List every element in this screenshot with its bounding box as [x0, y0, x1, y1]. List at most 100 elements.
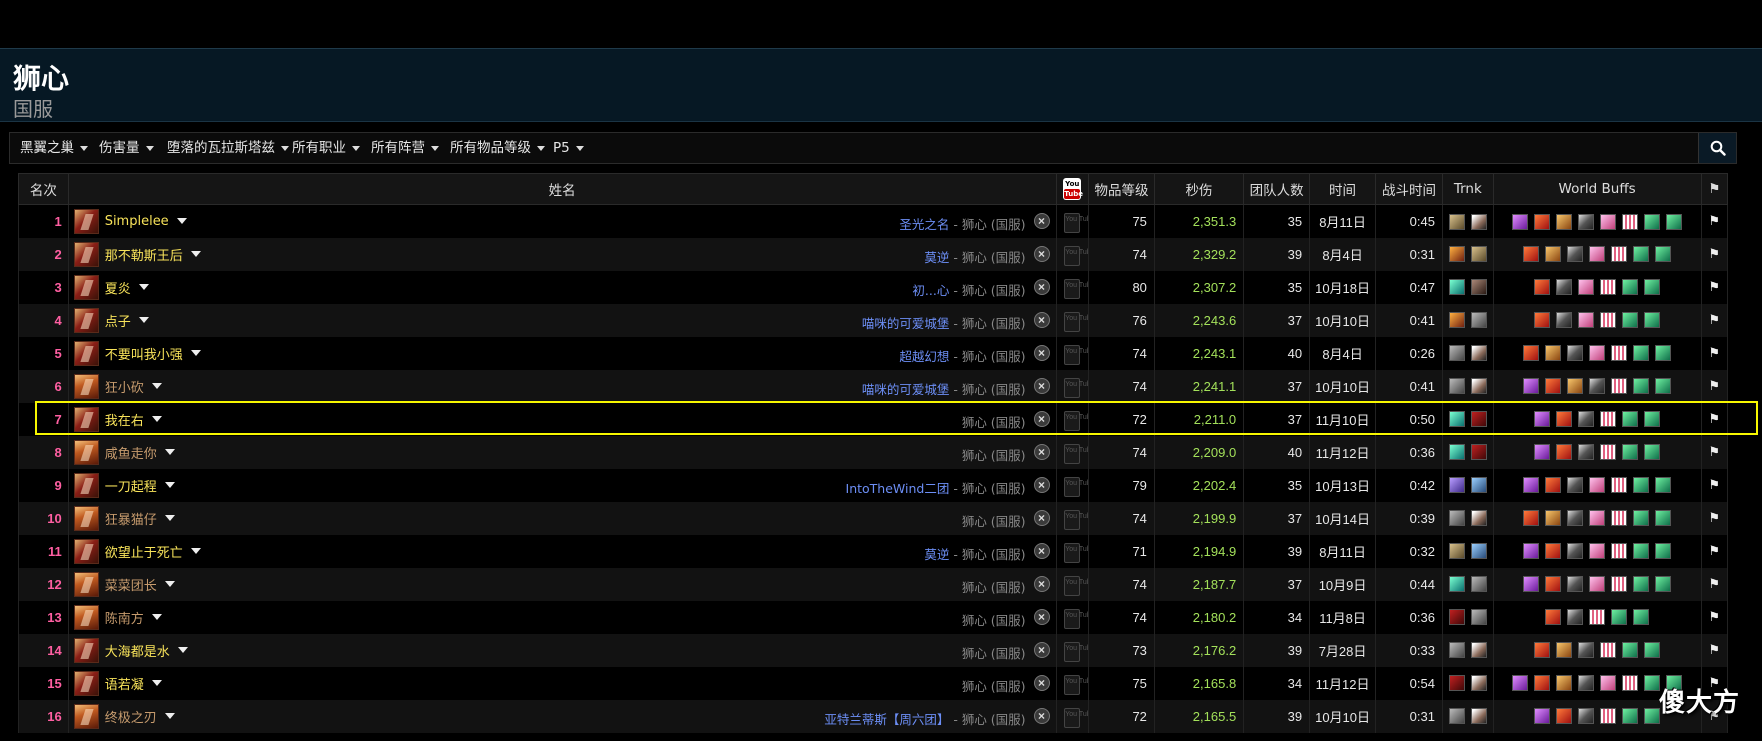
flag-icon[interactable]: ⚑	[1708, 477, 1720, 492]
dps-cell[interactable]: 2,187.7	[1153, 567, 1245, 601]
dropdown-caret-icon[interactable]	[177, 647, 188, 653]
guild-link[interactable]: 亚特兰蒂斯【周六团】	[824, 712, 949, 727]
xbox-icon[interactable]: ×	[1033, 377, 1050, 394]
dps-cell[interactable]: 2,209.0	[1153, 435, 1245, 469]
report-cell[interactable]: ⚑	[1700, 204, 1729, 238]
dps-cell[interactable]: 2,329.2	[1153, 237, 1245, 271]
dropdown-caret-icon[interactable]	[138, 317, 149, 323]
xbox-icon[interactable]: ×	[1033, 575, 1050, 592]
player-name[interactable]: 夏炎	[105, 282, 131, 297]
player-name[interactable]: 那不勒斯王后	[105, 249, 183, 264]
filter-zone[interactable]: 黑翼之巢	[20, 133, 88, 163]
report-cell[interactable]: ⚑	[1700, 567, 1729, 601]
col-duration[interactable]: 战斗时间	[1375, 173, 1443, 205]
filter-metric[interactable]: 伤害量	[99, 133, 154, 163]
player-name[interactable]: 陈南方	[105, 612, 144, 627]
youtube-icon[interactable]: You Tube	[1064, 642, 1087, 662]
dropdown-caret-icon[interactable]	[151, 680, 162, 686]
youtube-icon[interactable]: You Tube	[1064, 312, 1087, 332]
dps-cell[interactable]: 2,176.2	[1153, 633, 1245, 667]
dropdown-caret-icon[interactable]	[190, 251, 201, 257]
xbox-icon[interactable]: ×	[1033, 674, 1050, 691]
player-name[interactable]: 我在右	[105, 414, 144, 429]
col-raid-size[interactable]: 团队人数	[1243, 173, 1311, 205]
youtube-icon[interactable]: You Tube	[1064, 378, 1087, 398]
dropdown-caret-icon[interactable]	[164, 482, 175, 488]
youtube-icon[interactable]: You Tube	[1064, 246, 1087, 266]
player-name[interactable]: 咸鱼走你	[105, 447, 157, 462]
xbox-icon[interactable]: ×	[1033, 278, 1050, 295]
youtube-icon[interactable]: You Tube	[1064, 411, 1087, 431]
flag-icon[interactable]: ⚑	[1708, 312, 1720, 327]
report-cell[interactable]: ⚑	[1700, 468, 1729, 502]
player-name[interactable]: 一刀起程	[105, 480, 157, 495]
dps-cell[interactable]: 2,199.9	[1153, 501, 1245, 535]
flag-icon[interactable]: ⚑	[1708, 378, 1720, 393]
guild-link[interactable]: 莫逆	[924, 547, 949, 562]
dps-cell[interactable]: 2,165.8	[1153, 666, 1245, 700]
flag-icon[interactable]: ⚑	[1708, 543, 1720, 558]
player-name[interactable]: 点子	[105, 315, 131, 330]
xbox-icon[interactable]: ×	[1033, 213, 1050, 229]
filter-faction[interactable]: 所有阵营	[371, 133, 439, 163]
report-cell[interactable]: ⚑	[1700, 600, 1729, 634]
youtube-icon[interactable]: You Tube	[1064, 477, 1087, 497]
dps-cell[interactable]: 2,165.5	[1153, 699, 1245, 733]
dropdown-caret-icon[interactable]	[164, 515, 175, 521]
dropdown-caret-icon[interactable]	[164, 713, 175, 719]
report-cell[interactable]: ⚑	[1700, 435, 1729, 469]
col-name[interactable]: 姓名	[67, 173, 1057, 205]
dps-cell[interactable]: 2,194.9	[1153, 534, 1245, 568]
player-name[interactable]: 不要叫我小强	[105, 348, 183, 363]
dropdown-caret-icon[interactable]	[190, 548, 201, 554]
col-time[interactable]: 时间	[1309, 173, 1377, 205]
dropdown-caret-icon[interactable]	[151, 383, 162, 389]
player-name[interactable]: Simplelee	[105, 214, 169, 229]
youtube-icon[interactable]: You Tube	[1064, 345, 1087, 365]
player-name[interactable]: 欲望止于死亡	[105, 546, 183, 561]
dps-cell[interactable]: 2,351.3	[1153, 204, 1245, 238]
dps-cell[interactable]: 2,202.4	[1153, 468, 1245, 502]
report-cell[interactable]: ⚑	[1700, 237, 1729, 271]
dropdown-caret-icon[interactable]	[164, 449, 175, 455]
xbox-icon[interactable]: ×	[1033, 509, 1050, 526]
player-name[interactable]: 菜菜团长	[105, 579, 157, 594]
filter-class[interactable]: 所有职业	[292, 133, 360, 163]
guild-link[interactable]: 喵咪的可爱城堡	[862, 382, 950, 397]
guild-link[interactable]: 超越幻想	[899, 349, 949, 364]
xbox-icon[interactable]: ×	[1033, 443, 1050, 460]
guild-link[interactable]: 圣光之名	[899, 217, 949, 232]
search-button[interactable]	[1698, 133, 1736, 163]
filter-boss[interactable]: 堕落的瓦拉斯塔兹	[167, 133, 289, 163]
report-cell[interactable]: ⚑	[1700, 270, 1729, 304]
flag-icon[interactable]: ⚑	[1708, 642, 1720, 657]
dps-cell[interactable]: 2,307.2	[1153, 270, 1245, 304]
dps-cell[interactable]: 2,243.6	[1153, 303, 1245, 337]
dropdown-caret-icon[interactable]	[138, 284, 149, 290]
player-name[interactable]: 终极之刃	[105, 711, 157, 726]
youtube-icon[interactable]: You Tube	[1064, 213, 1087, 234]
col-rank[interactable]: 名次	[18, 173, 69, 205]
flag-icon[interactable]: ⚑	[1708, 510, 1720, 525]
dps-cell[interactable]: 2,211.0	[1153, 402, 1245, 436]
xbox-icon[interactable]: ×	[1033, 641, 1050, 658]
youtube-icon[interactable]: You Tube	[1064, 576, 1087, 596]
xbox-icon[interactable]: ×	[1033, 542, 1050, 559]
youtube-icon[interactable]: You Tube	[1064, 279, 1087, 299]
xbox-icon[interactable]: ×	[1033, 344, 1050, 361]
report-cell[interactable]: ⚑	[1700, 633, 1729, 667]
youtube-icon[interactable]: You Tube	[1064, 510, 1087, 530]
dropdown-caret-icon[interactable]	[151, 416, 162, 422]
report-cell[interactable]: ⚑	[1700, 369, 1729, 403]
youtube-icon[interactable]: You Tube	[1064, 609, 1087, 629]
youtube-icon[interactable]: You Tube	[1064, 675, 1087, 695]
dropdown-caret-icon[interactable]	[190, 350, 201, 356]
filter-item-level[interactable]: 所有物品等级	[450, 133, 545, 163]
player-name[interactable]: 狂暴猫仔	[105, 513, 157, 528]
flag-icon[interactable]: ⚑	[1708, 213, 1720, 228]
guild-link[interactable]: 莫逆	[924, 250, 949, 265]
xbox-icon[interactable]: ×	[1033, 707, 1050, 724]
flag-icon[interactable]: ⚑	[1708, 411, 1720, 426]
youtube-icon[interactable]: You Tube	[1064, 708, 1087, 728]
dps-cell[interactable]: 2,180.2	[1153, 600, 1245, 634]
